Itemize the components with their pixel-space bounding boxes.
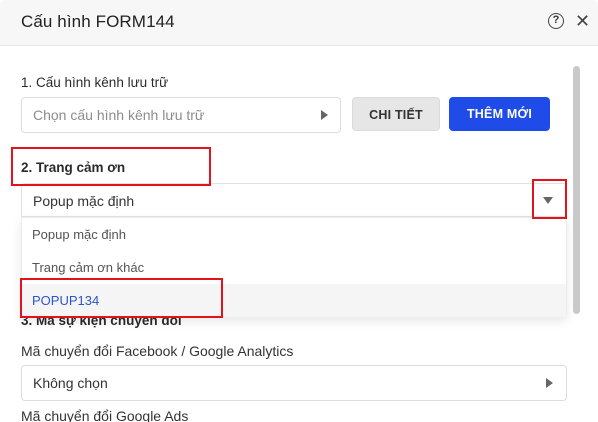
modal-header: Cấu hình FORM144 ? ✕: [0, 0, 598, 46]
caret-down-icon[interactable]: [543, 197, 553, 204]
section2-label: 2. Trang cảm ơn: [21, 160, 126, 175]
caret-right-icon: [321, 110, 328, 120]
storage-channel-select[interactable]: Chọn cấu hình kênh lưu trữ: [21, 97, 341, 133]
detail-button[interactable]: CHI TIẾT: [352, 97, 440, 131]
thank-you-page-value: Popup mặc định: [33, 193, 135, 209]
add-new-button[interactable]: THÊM MỚI: [449, 97, 550, 131]
close-icon[interactable]: ✕: [575, 12, 591, 30]
option-popup134[interactable]: POPUP134: [22, 284, 566, 317]
question-circle-icon[interactable]: ?: [548, 13, 564, 29]
facebook-conversion-value: Không chọn: [33, 375, 108, 391]
section1-label: 1. Cấu hình kênh lưu trữ: [21, 75, 169, 90]
caret-right-icon: [546, 378, 553, 388]
storage-channel-placeholder: Chọn cấu hình kênh lưu trữ: [33, 107, 205, 123]
facebook-conversion-select[interactable]: Không chọn: [21, 365, 567, 401]
option-other-thank-you-page[interactable]: Trang cảm ơn khác: [22, 251, 566, 284]
option-popup-default[interactable]: Popup mặc định: [22, 218, 566, 251]
modal-title: Cấu hình FORM144: [21, 12, 175, 31]
scrollbar-thumb[interactable]: [573, 66, 580, 314]
facebook-conversion-label: Mã chuyển đổi Facebook / Google Analytic…: [21, 343, 294, 359]
thank-you-page-select[interactable]: Popup mặc định: [21, 183, 567, 217]
config-modal: Cấu hình FORM144 ? ✕ 1. Cấu hình kênh lư…: [0, 0, 598, 422]
thank-you-page-options: Popup mặc định Trang cảm ơn khác POPUP13…: [21, 217, 567, 317]
google-ads-conversion-label: Mã chuyển đổi Google Ads: [21, 408, 189, 422]
